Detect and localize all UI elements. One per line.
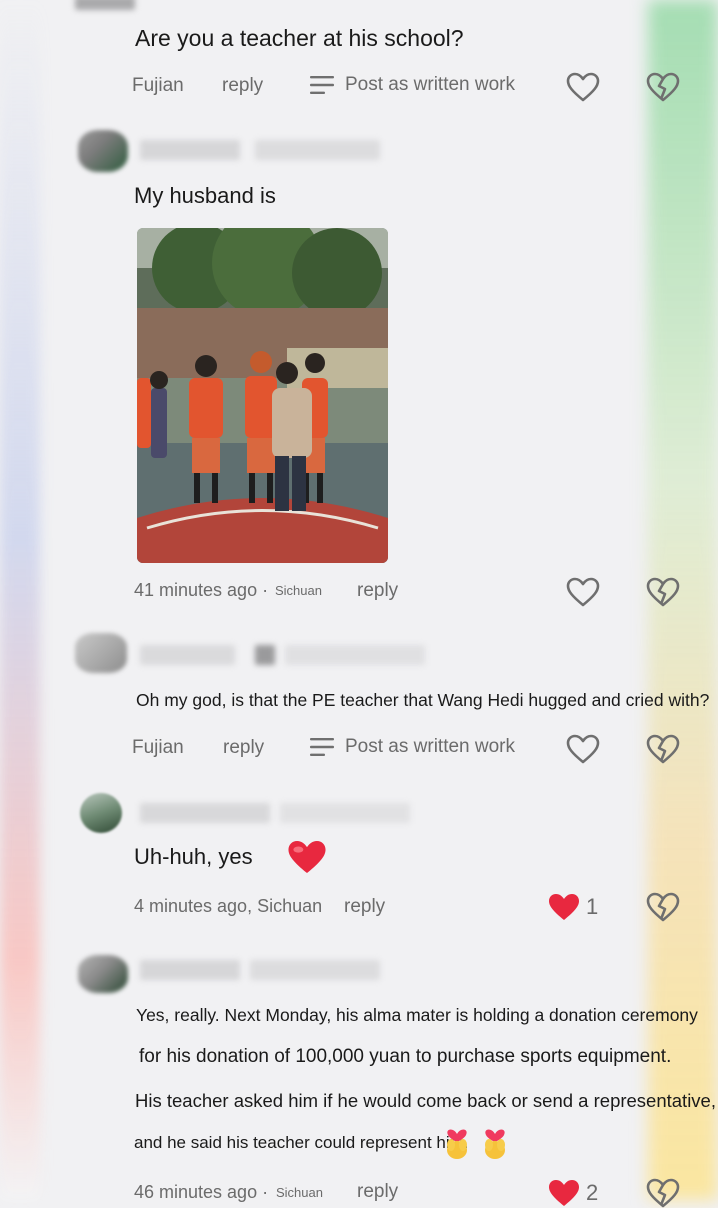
- post-as-label: Post as written work: [345, 74, 515, 95]
- post-as-written-work-button[interactable]: Post as written work: [309, 74, 515, 96]
- comment-location: Fujian: [132, 737, 184, 758]
- blurred-username: [140, 140, 240, 160]
- blurred-username: [250, 960, 380, 980]
- broken-heart-icon[interactable]: [646, 1178, 680, 1208]
- blurred-username: [75, 0, 135, 10]
- blurred-username: [140, 960, 240, 980]
- comment-text: Are you a teacher at his school?: [135, 25, 464, 51]
- reply-button[interactable]: reply: [344, 896, 385, 918]
- post-as-label: Post as written work: [345, 736, 515, 757]
- comment-text-line: and he said his teacher could represent …: [134, 1133, 469, 1152]
- heart-outline-icon[interactable]: [566, 734, 600, 764]
- broken-heart-icon[interactable]: [646, 734, 680, 764]
- reply-button[interactable]: reply: [357, 580, 398, 602]
- heart-hands-emoji: [480, 1124, 510, 1160]
- comment-text-line: His teacher asked him if he would come b…: [135, 1090, 716, 1111]
- comment-timestamp: 4 minutes ago, Sichuan: [134, 896, 323, 916]
- heart-filled-icon[interactable]: [547, 1178, 581, 1208]
- heart-hands-emoji: [442, 1124, 472, 1160]
- comment-text-line: for his donation of 100,000 yuan to purc…: [139, 1046, 672, 1067]
- basketball-court-photo: [137, 228, 388, 563]
- like-count: 2: [586, 1180, 599, 1205]
- avatar[interactable]: [75, 633, 127, 673]
- menu-lines-icon: [309, 736, 335, 758]
- comment-timestamp: 41 minutes ago ·: [134, 580, 269, 600]
- comment-location: Sichuan: [276, 1185, 323, 1200]
- comment-text: Oh my god, is that the PE teacher that W…: [136, 690, 710, 710]
- comment-location: Sichuan: [275, 583, 322, 598]
- blurred-username: [255, 140, 380, 160]
- red-heart-emoji: [288, 840, 326, 874]
- blurred-username: [285, 645, 425, 665]
- heart-filled-icon[interactable]: [547, 892, 581, 922]
- blurred-username: [140, 645, 235, 665]
- comment-text: Uh-huh, yes: [134, 844, 253, 869]
- comment-text: My husband is: [134, 183, 276, 208]
- broken-heart-icon[interactable]: [646, 892, 680, 922]
- heart-outline-icon[interactable]: [566, 72, 600, 102]
- reply-button[interactable]: reply: [222, 75, 263, 97]
- blurred-username: [140, 803, 270, 823]
- post-as-written-work-button[interactable]: Post as written work: [309, 736, 515, 758]
- comment-photo[interactable]: [137, 228, 388, 563]
- avatar[interactable]: [78, 130, 128, 172]
- avatar[interactable]: [78, 955, 128, 993]
- blurred-username: [255, 645, 275, 665]
- heart-outline-icon[interactable]: [566, 577, 600, 607]
- menu-lines-icon: [309, 74, 335, 96]
- avatar[interactable]: [80, 793, 122, 833]
- broken-heart-icon[interactable]: [646, 577, 680, 607]
- like-count: 1: [586, 894, 599, 919]
- blurred-username: [280, 803, 410, 823]
- comment-text-line: Yes, really. Next Monday, his alma mater…: [136, 1005, 698, 1025]
- comment-location: Fujian: [132, 75, 184, 96]
- left-edge-gradient: [0, 0, 40, 1200]
- reply-button[interactable]: reply: [223, 737, 264, 759]
- broken-heart-icon[interactable]: [646, 72, 680, 102]
